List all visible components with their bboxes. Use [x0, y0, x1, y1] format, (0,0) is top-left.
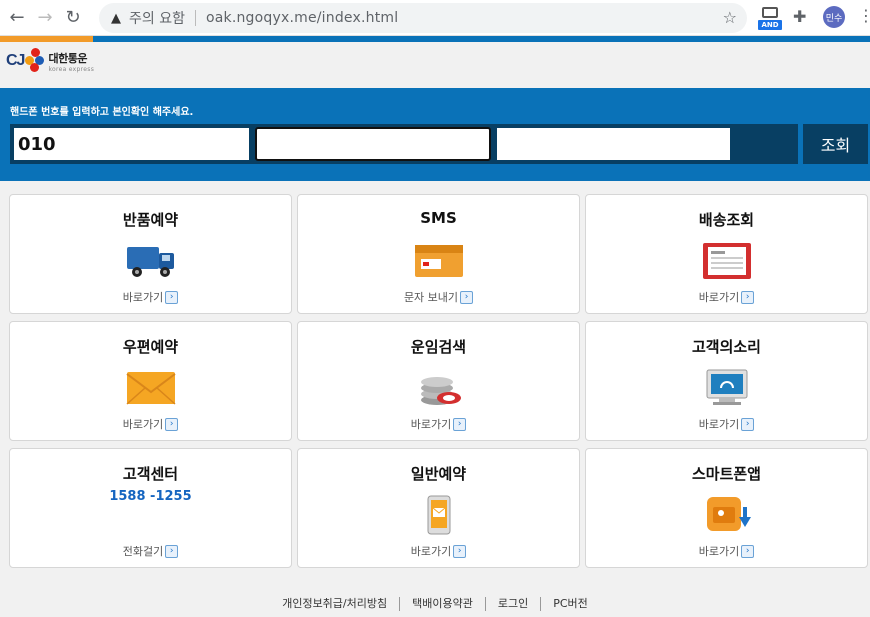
phone-prefix-input[interactable] — [14, 128, 249, 160]
back-icon[interactable]: ← — [6, 7, 28, 29]
card-link-label: 바로가기 — [122, 418, 164, 431]
card-link-label: 바로가기 — [410, 545, 452, 558]
arrow-right-icon: › — [741, 417, 755, 431]
card-delivery-tracking[interactable]: 배송조회 바로가기 › — [585, 194, 868, 314]
omnibox-divider — [194, 10, 196, 26]
app-download-icon — [706, 497, 751, 531]
logo-english-text: korea express — [48, 65, 95, 73]
mobile-mail-icon — [427, 495, 450, 535]
tracking-form-icon — [702, 243, 751, 279]
card-link[interactable]: 문자 보내기 › — [298, 289, 579, 305]
site-footer: 개인정보취급/처리방침 택배이용약관 로그인 PC버전 — [0, 597, 870, 611]
extensions-puzzle-icon[interactable]: ✚ — [793, 7, 806, 26]
card-link-label: 문자 보내기 — [403, 291, 459, 304]
url-text[interactable]: oak.ngoqyx.me/index.html — [206, 10, 398, 26]
card-title: 우편예약 — [122, 338, 179, 356]
card-title: 고객의소리 — [691, 338, 761, 356]
support-phone-number[interactable]: 1588 -1255 — [10, 489, 291, 504]
arrow-right-icon: › — [741, 290, 755, 304]
warning-icon: ▲ — [111, 10, 121, 26]
arrow-right-icon: › — [460, 290, 474, 304]
card-link[interactable]: 전화걸기 › — [10, 543, 291, 559]
card-link[interactable]: 바로가기 › — [586, 416, 867, 432]
card-title: 일반예약 — [410, 465, 467, 483]
card-link-label: 바로가기 — [122, 291, 164, 304]
browser-toolbar: ← → ↻ ▲ 주의 요함 oak.ngoqyx.me/index.html ☆… — [0, 0, 870, 36]
card-title: 고객센터 — [122, 465, 179, 483]
card-title: 운임검색 — [410, 338, 467, 356]
address-bar[interactable]: ▲ 주의 요함 oak.ngoqyx.me/index.html ☆ — [99, 3, 747, 33]
card-smartphone-app[interactable]: 스마트폰앱 바로가기 › — [585, 448, 868, 568]
card-sms[interactable]: SMS 문자 보내기 › — [297, 194, 580, 314]
card-link[interactable]: 바로가기 › — [298, 543, 579, 559]
logo-korean-text: 대한통운 — [48, 51, 87, 65]
arrow-right-icon: › — [165, 290, 179, 304]
card-title: 반품예약 — [122, 211, 179, 229]
card-general-reservation[interactable]: 일반예약 바로가기 › — [297, 448, 580, 568]
footer-link-terms[interactable]: 택배이용약관 — [399, 597, 485, 611]
phone-middle-input[interactable] — [255, 127, 491, 161]
arrow-right-icon: › — [453, 417, 467, 431]
card-link[interactable]: 바로가기 › — [586, 289, 867, 305]
card-title: 스마트폰앱 — [691, 465, 761, 483]
envelope-icon — [125, 372, 176, 405]
printer-icon — [762, 7, 778, 18]
card-customer-voice[interactable]: 고객의소리 바로가기 › — [585, 321, 868, 441]
forward-icon[interactable]: → — [34, 7, 56, 29]
card-link-label: 바로가기 — [698, 418, 740, 431]
arrow-right-icon: › — [453, 544, 467, 558]
arrow-right-icon: › — [741, 544, 755, 558]
sms-box-icon — [414, 245, 463, 277]
printer-extension-icon[interactable]: AND — [758, 6, 782, 30]
phone-verify-panel: 핸드폰 번호를 입력하고 본인확인 해주세요. 조회 — [0, 88, 870, 181]
card-link[interactable]: 바로가기 › — [298, 416, 579, 432]
truck-icon — [126, 247, 174, 277]
card-postal-reservation[interactable]: 우편예약 바로가기 › — [9, 321, 292, 441]
card-link[interactable]: 바로가기 › — [10, 289, 291, 305]
card-link-label: 바로가기 — [410, 418, 452, 431]
card-return-reservation[interactable]: 반품예약 바로가기 › — [9, 194, 292, 314]
footer-link-privacy[interactable]: 개인정보취급/처리방침 — [270, 597, 399, 611]
extension-badge: AND — [758, 20, 782, 30]
arrow-right-icon: › — [165, 544, 179, 558]
phone-input-row — [10, 124, 798, 164]
site-header: CJ 대한통운 korea express — [0, 42, 870, 88]
lookup-button[interactable]: 조회 — [803, 124, 868, 164]
verify-instruction: 핸드폰 번호를 입력하고 본인확인 해주세요. — [10, 107, 194, 118]
security-label: 주의 요함 — [129, 11, 185, 27]
browser-menu-icon[interactable]: ⋮ — [858, 8, 870, 24]
footer-link-login[interactable]: 로그인 — [484, 597, 540, 611]
cj-petal-icon — [25, 48, 45, 74]
card-link-label: 전화걸기 — [122, 545, 164, 558]
card-title: SMS — [420, 209, 457, 227]
card-link-label: 바로가기 — [698, 545, 740, 558]
cj-logo[interactable]: CJ 대한통운 korea express — [6, 48, 94, 74]
card-link[interactable]: 바로가기 › — [10, 416, 291, 432]
card-link-label: 바로가기 — [698, 291, 740, 304]
monitor-icon — [706, 369, 747, 405]
card-title: 배송조회 — [698, 211, 755, 229]
footer-link-pc-version[interactable]: PC버전 — [540, 597, 600, 611]
logo-cj-text: CJ — [6, 52, 25, 69]
phone-last-input[interactable] — [497, 128, 730, 160]
card-link[interactable]: 바로가기 › — [586, 543, 867, 559]
arrow-right-icon: › — [165, 417, 179, 431]
card-customer-center[interactable]: 고객센터 1588 -1255 전화걸기 › — [9, 448, 292, 568]
profile-avatar[interactable]: 민수 — [823, 6, 845, 28]
coins-icon — [420, 377, 461, 405]
reload-icon[interactable]: ↻ — [62, 7, 84, 29]
bookmark-star-icon[interactable]: ☆ — [723, 8, 737, 27]
card-fare-search[interactable]: 운임검색 바로가기 › — [297, 321, 580, 441]
